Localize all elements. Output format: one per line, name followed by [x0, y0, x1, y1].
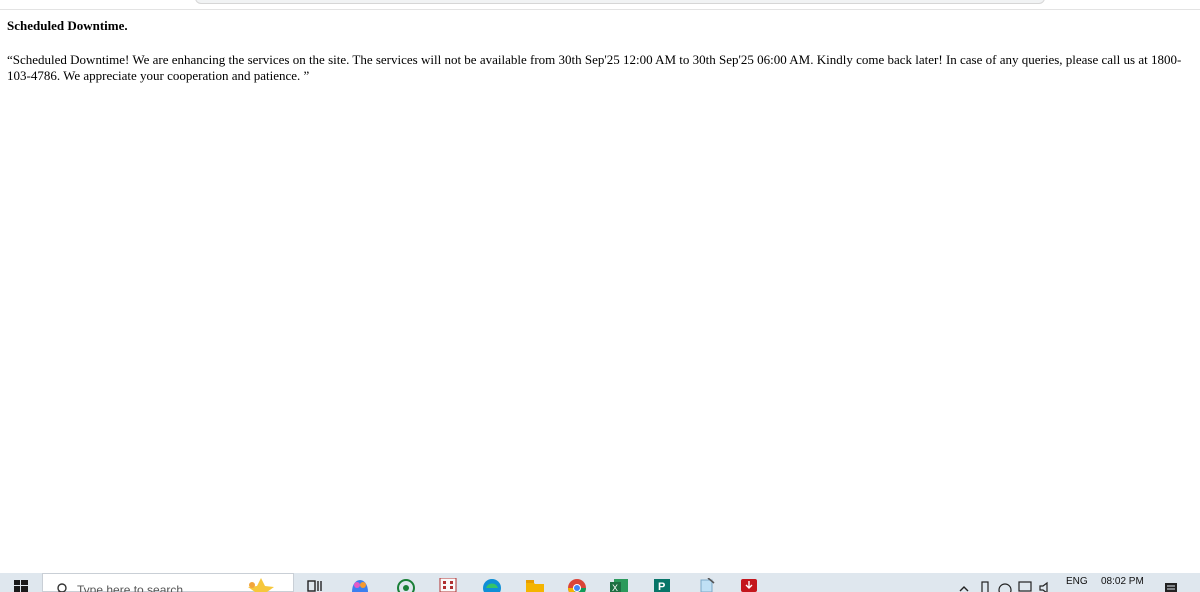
language-indicator[interactable]: ENG — [1066, 576, 1088, 587]
publisher-icon: P — [654, 579, 670, 592]
widgets-icon[interactable] — [243, 577, 279, 592]
windows-taskbar: Type here to search X P ENG 08:02 PM — [0, 573, 1200, 592]
volume-icon[interactable] — [1038, 581, 1052, 592]
whatsapp-icon — [397, 579, 415, 592]
svg-text:X: X — [612, 583, 618, 592]
clock[interactable]: 08:02 PM — [1101, 576, 1144, 587]
excel-icon: X — [610, 579, 628, 592]
svg-text:P: P — [658, 581, 665, 592]
copilot-icon — [352, 580, 368, 592]
page-content: Scheduled Downtime. “Scheduled Downtime!… — [0, 10, 1200, 573]
search-icon — [57, 583, 67, 592]
publisher-button[interactable]: P — [648, 578, 674, 592]
task-view-icon — [307, 580, 322, 592]
calculator-icon — [439, 578, 457, 592]
task-view-button[interactable] — [302, 578, 328, 592]
battery-icon[interactable] — [980, 581, 990, 592]
edge-icon — [483, 579, 501, 592]
notepad-icon — [700, 578, 715, 592]
whatsapp-button[interactable] — [392, 578, 418, 592]
chevron-up-icon[interactable] — [958, 583, 970, 592]
start-button[interactable] — [0, 573, 42, 592]
monitor-icon[interactable] — [1018, 581, 1032, 592]
chrome-button[interactable] — [563, 578, 589, 592]
excel-button[interactable]: X — [605, 578, 631, 592]
downtime-message: “Scheduled Downtime! We are enhancing th… — [7, 52, 1182, 83]
notifications-icon[interactable] — [1164, 582, 1178, 592]
copilot-button[interactable] — [346, 578, 372, 592]
windows-start-icon — [14, 580, 28, 592]
notepad-button[interactable] — [692, 578, 718, 592]
network-icon[interactable] — [998, 581, 1012, 592]
file-explorer-button[interactable] — [521, 578, 547, 592]
acrobat-button[interactable] — [735, 578, 761, 592]
taskbar-search-box[interactable]: Type here to search — [42, 573, 294, 592]
file-explorer-icon — [526, 580, 544, 592]
browser-top-edge — [0, 0, 1200, 10]
edge-button[interactable] — [478, 578, 504, 592]
acrobat-icon — [741, 579, 757, 592]
search-placeholder: Type here to search — [77, 583, 184, 592]
address-bar[interactable] — [195, 0, 1045, 4]
calculator-button[interactable] — [435, 578, 461, 592]
chrome-icon — [568, 579, 586, 592]
page-title: Scheduled Downtime. — [7, 18, 128, 33]
